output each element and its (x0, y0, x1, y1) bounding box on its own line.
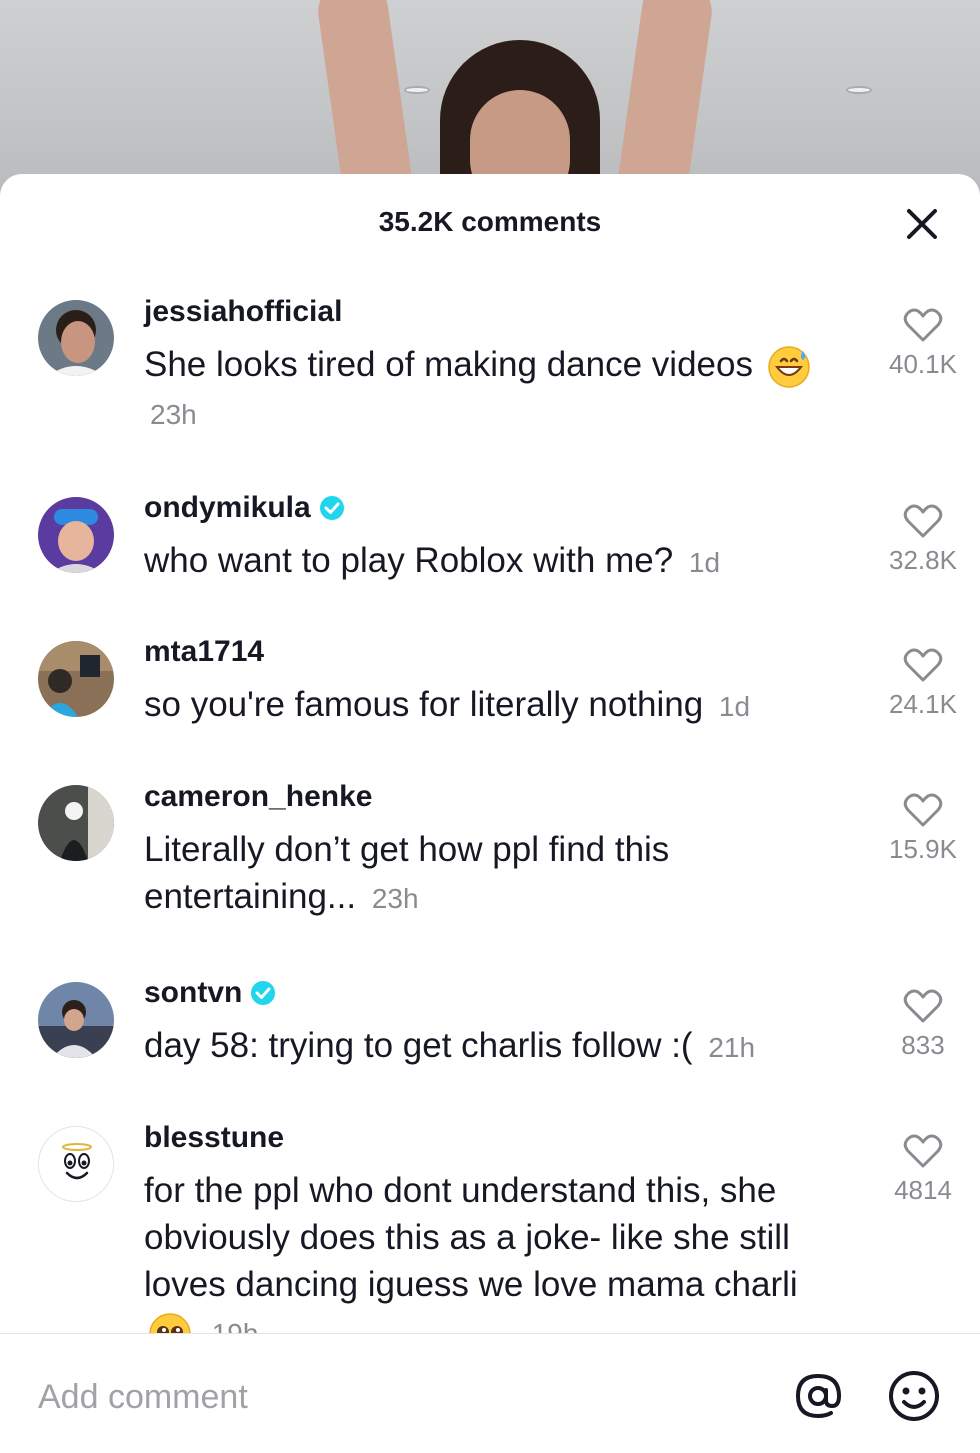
username-text: ondymikula (144, 491, 311, 524)
at-sign-icon (795, 1373, 842, 1419)
verified-badge-icon (319, 496, 344, 520)
comment-item: jessiahofficial She looks tired of makin… (0, 269, 980, 465)
comment-username[interactable]: blesstune (144, 1121, 284, 1155)
heart-outline-icon (903, 308, 943, 342)
video-preview[interactable] (0, 0, 980, 200)
avatar[interactable] (38, 497, 114, 573)
comment-timestamp: 21h (708, 1032, 756, 1063)
comment-item: blesstune for the ppl who dont understan… (0, 1095, 980, 1333)
avatar[interactable] (38, 982, 114, 1058)
heart-outline-icon (903, 504, 943, 538)
username-text: sontvn (144, 976, 243, 1009)
comment-text: day 58: trying to get charlis follow :( … (144, 1022, 864, 1071)
like-count: 15.9K (889, 834, 957, 864)
avatar[interactable] (38, 785, 114, 861)
grinning-sweat-emoji (767, 346, 810, 388)
emoji-button[interactable] (886, 1368, 942, 1424)
comment-body: so you're famous for literally nothing (144, 685, 704, 724)
comment-item: cameron_henke Literally don’t get how pp… (0, 754, 980, 950)
username-text: jessiahofficial (144, 295, 343, 328)
comment-list[interactable]: jessiahofficial She looks tired of makin… (0, 269, 980, 1333)
like-count: 24.1K (889, 689, 957, 719)
close-icon (907, 209, 937, 239)
person-arm (614, 0, 716, 200)
comment-username[interactable]: ondymikula (144, 491, 345, 525)
comment-composer (0, 1333, 980, 1453)
heart-outline-icon (903, 648, 943, 682)
close-button[interactable] (900, 202, 944, 246)
ceiling-light (404, 86, 430, 94)
comment-input[interactable] (38, 1372, 738, 1422)
comment-body: who want to play Roblox with me? (144, 541, 674, 580)
mention-button[interactable] (790, 1368, 846, 1424)
avatar[interactable] (38, 641, 114, 717)
comment-text: She looks tired of making dance videos 2… (144, 341, 824, 438)
like-count: 40.1K (889, 349, 957, 379)
comment-username[interactable]: mta1714 (144, 635, 264, 669)
heart-outline-icon (903, 989, 943, 1023)
comment-timestamp: 23h (371, 883, 419, 914)
person-arm (314, 0, 416, 200)
like-count: 4814 (894, 1175, 952, 1205)
like-control[interactable]: 15.9K (876, 792, 970, 865)
smiley-icon (889, 1371, 939, 1421)
like-control[interactable]: 833 (876, 988, 970, 1061)
heart-outline-icon (903, 1134, 943, 1168)
like-count: 833 (901, 1030, 945, 1060)
like-count: 32.8K (889, 545, 957, 575)
comments-count: 35.2K comments (378, 206, 602, 237)
heart-outline-icon (903, 793, 943, 827)
username-text: blesstune (144, 1121, 285, 1154)
pleading-face-emoji (149, 1313, 191, 1333)
comment-item: mta1714 so you're famous for literally n… (0, 609, 980, 754)
verified-badge-icon (251, 981, 276, 1005)
username-text: mta1714 (144, 635, 265, 668)
avatar[interactable] (38, 300, 114, 376)
ceiling-light (846, 86, 872, 94)
comment-text: Literally don’t get how ppl find this en… (144, 826, 784, 922)
comment-body: day 58: trying to get charlis follow :( (144, 1026, 693, 1065)
comment-text: so you're famous for literally nothing 1… (144, 681, 864, 730)
like-control[interactable]: 4814 (876, 1133, 970, 1206)
comment-body: for the ppl who dont understand this, sh… (144, 1171, 798, 1304)
comment-username[interactable]: cameron_henke (144, 780, 372, 814)
comment-timestamp: 19h (212, 1318, 259, 1333)
like-control[interactable]: 40.1K (876, 307, 970, 380)
like-control[interactable]: 32.8K (876, 503, 970, 576)
comment-username[interactable]: sontvn (144, 976, 276, 1010)
avatar[interactable] (38, 1126, 114, 1202)
comment-body: She looks tired of making dance videos (144, 345, 753, 384)
comment-item: sontvn day 58: trying to get charlis fol… (0, 950, 980, 1095)
like-control[interactable]: 24.1K (876, 647, 970, 720)
comments-header: 35.2K comments (0, 174, 980, 269)
comment-text: for the ppl who dont understand this, sh… (144, 1167, 824, 1333)
comment-timestamp: 1d (718, 691, 751, 722)
comment-item: ondymikula who want to play Roblox with … (0, 465, 980, 609)
comment-timestamp: 23h (150, 398, 197, 430)
comment-username[interactable]: jessiahofficial (144, 295, 342, 329)
comments-sheet: 35.2K comments jessiahofficial She looks… (0, 174, 980, 1453)
comment-text: who want to play Roblox with me? 1d (144, 537, 844, 586)
comment-timestamp: 1d (688, 547, 721, 578)
username-text: cameron_henke (144, 780, 373, 813)
